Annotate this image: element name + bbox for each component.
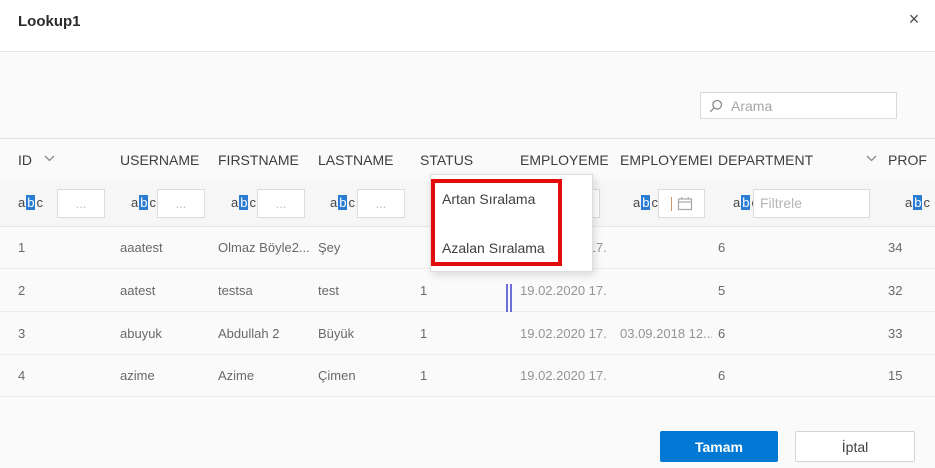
cell-lastname: Büyük: [318, 325, 355, 341]
table-row[interactable]: 4 azime Azime Çimen 1 19.02.2020 17... 6…: [0, 355, 935, 397]
abc-filter-operation-icon[interactable]: abc: [330, 195, 355, 210]
abc-filter-operation-icon[interactable]: abc: [905, 195, 930, 210]
calendar-icon: [677, 197, 692, 211]
cell-employement1: 19.02.2020 17...: [520, 368, 608, 383]
cell-status: 1: [420, 282, 428, 298]
chevron-down-icon: [866, 155, 877, 162]
cell-prof: 15: [888, 368, 903, 383]
column-header-prof[interactable]: PROF: [888, 139, 935, 181]
abc-filter-operation-icon[interactable]: abc: [131, 195, 156, 210]
close-button[interactable]: ×: [900, 5, 928, 33]
page-title: Lookup1: [18, 13, 81, 30]
cell-status: 1: [420, 325, 428, 341]
cell-employement2: [620, 355, 712, 396]
cell-employement2: [620, 269, 712, 311]
menu-item-sort-descending[interactable]: Azalan Sıralama: [431, 224, 592, 273]
cell-firstname: Abdullah 2: [218, 325, 280, 341]
abc-filter-operation-icon[interactable]: abc: [231, 195, 256, 210]
dialog-titlebar: Lookup1 ×: [0, 0, 935, 52]
cell-employement1: 19.02.2020 17...: [520, 282, 608, 298]
filter-input-username[interactable]: [157, 189, 205, 218]
cell-employement2: 03.09.2018 12...: [620, 325, 712, 341]
abc-filter-operation-icon[interactable]: abc: [633, 195, 658, 210]
cell-username: abuyuk: [120, 325, 162, 341]
cell-firstname: testsa: [218, 282, 253, 298]
filter-input-lastname[interactable]: [357, 189, 405, 218]
cell-department: 5: [718, 282, 726, 298]
filter-date-input-employement2[interactable]: [658, 189, 705, 218]
lookup-dialog: Lookup1 × ID USERNAME FIRSTNAME LASTNAME…: [0, 0, 935, 468]
search-icon: [709, 99, 723, 112]
column-resize-indicator: [506, 284, 512, 312]
search-box: [700, 92, 897, 119]
table-row[interactable]: 3 abuyuk Abdullah 2 Büyük 1 19.02.2020 1…: [0, 312, 935, 355]
cell-prof: 32: [888, 282, 903, 298]
cell-id: 4: [18, 368, 26, 383]
column-header-department[interactable]: DEPARTMENT: [718, 139, 863, 181]
menu-item-sort-ascending[interactable]: Artan Sıralama: [431, 175, 592, 224]
cell-id: 1: [18, 240, 26, 255]
sort-context-menu: Artan Sıralama Azalan Sıralama: [430, 174, 593, 272]
cell-firstname: Olmaz Böyle2...: [218, 240, 310, 255]
filter-input-firstname[interactable]: [257, 189, 305, 218]
cell-lastname: Şey: [318, 240, 341, 255]
text-caret: [670, 196, 672, 211]
chevron-down-icon: [44, 155, 55, 162]
table-row[interactable]: 2 aatest testsa test 1 19.02.2020 17... …: [0, 269, 935, 312]
search-input[interactable]: [731, 97, 881, 114]
cell-prof: 33: [888, 325, 903, 341]
cell-prof: 34: [888, 240, 903, 255]
abc-filter-operation-icon[interactable]: abc: [18, 195, 43, 210]
column-header-employement2[interactable]: EMPLOYEMEI: [620, 139, 712, 181]
cell-id: 3: [18, 325, 26, 341]
cell-employement1: 19.02.2020 17...: [520, 325, 608, 341]
cell-username: aatest: [120, 282, 156, 298]
column-header-firstname[interactable]: FIRSTNAME: [218, 139, 311, 181]
cell-lastname: Çimen: [318, 368, 356, 383]
column-header-username[interactable]: USERNAME: [120, 139, 212, 181]
column-header-id[interactable]: ID: [18, 139, 98, 181]
close-icon: ×: [908, 9, 920, 29]
ok-button[interactable]: Tamam: [660, 431, 778, 462]
cell-department: 6: [718, 240, 726, 255]
cell-username: aaatest: [120, 240, 163, 255]
column-header-lastname[interactable]: LASTNAME: [318, 139, 413, 181]
cancel-button[interactable]: İptal: [795, 431, 915, 462]
cell-status: 1: [420, 368, 428, 383]
filter-input-department[interactable]: [753, 189, 870, 218]
cell-department: 6: [718, 325, 726, 341]
cell-employement2: [620, 227, 712, 268]
cell-id: 2: [18, 282, 26, 298]
cell-username: azime: [120, 368, 155, 383]
filter-input-id[interactable]: [57, 189, 105, 218]
cell-department: 6: [718, 368, 726, 383]
cell-firstname: Azime: [218, 368, 255, 383]
cell-lastname: test: [318, 282, 339, 298]
